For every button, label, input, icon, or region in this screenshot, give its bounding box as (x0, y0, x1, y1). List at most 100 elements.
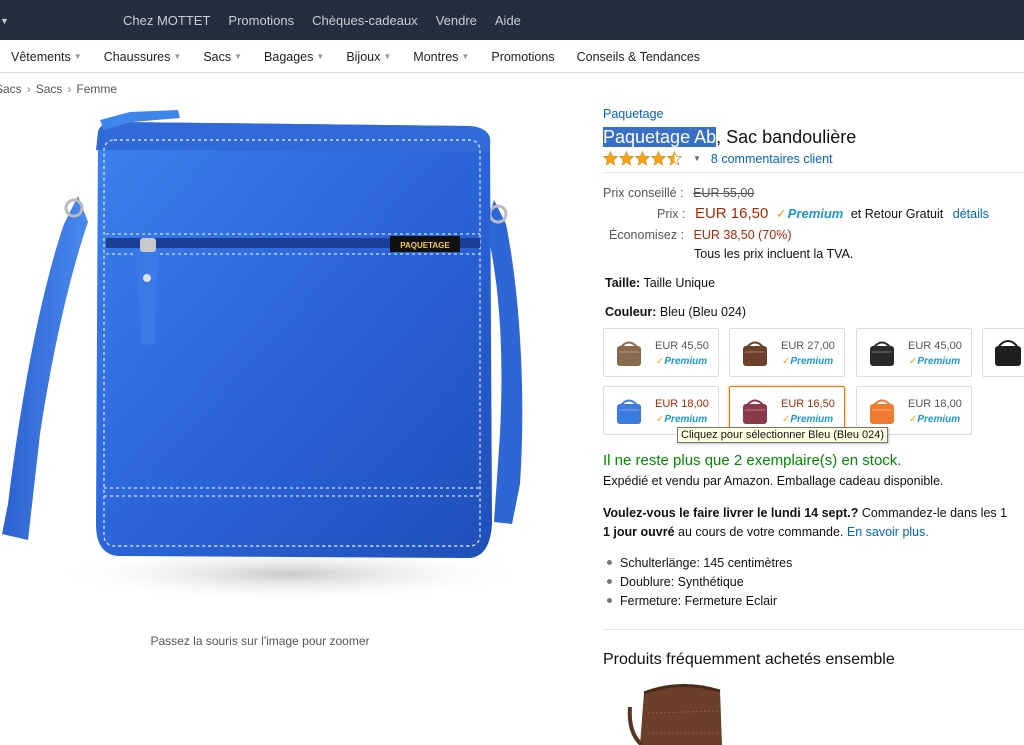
bag-thumbnail-icon (870, 341, 894, 366)
category-label: Bagages (264, 49, 314, 64)
bag-thumbnail-icon (870, 399, 894, 424)
fbt-product-image[interactable] (620, 683, 740, 745)
top-nav: Chez MOTTET Promotions Chèques-cadeaux V… (114, 0, 530, 40)
size-line: Taille: Taille Unique (605, 276, 715, 290)
list-price-value: EUR 55,00 (693, 186, 755, 200)
category-nav: Vêtements ▼ Chaussures ▼ Sacs ▼ Bagages ▼ Bijoux… (0, 40, 1024, 73)
delivery-question: Voulez-vous le faire livrer le lundi 14 … (603, 506, 859, 520)
details-link[interactable]: détails (953, 207, 989, 221)
sold-by: Expédié et vendu par Amazon. Emballage c… (603, 474, 944, 488)
bag-thumbnail-icon (617, 399, 641, 424)
topnav-item-chez-mottet[interactable]: Chez MOTTET (114, 13, 219, 28)
feature-text: Schulterlänge: 145 centimètres (620, 555, 793, 570)
category-label: Chaussures (103, 49, 171, 64)
star-icon (651, 151, 666, 166)
bag-thumbnail-icon (995, 340, 1021, 366)
divider (603, 172, 1024, 173)
category-bar: Vêtements ▼ Chaussures ▼ Sacs ▼ Bagages ▼ Bijoux… (0, 40, 1024, 73)
category-item-6[interactable]: Promotions (480, 50, 565, 64)
topnav-item-aide[interactable]: Aide (486, 13, 530, 28)
breadcrumb-separator: › (67, 82, 72, 96)
breadcrumb-separator: › (26, 82, 31, 96)
bag-left-strap (2, 196, 88, 540)
brand-link[interactable]: Paquetage (603, 107, 663, 121)
breadcrumb-item-sacs-root[interactable]: Sacs (0, 82, 22, 96)
price-value: EUR 16,50 (694, 205, 769, 222)
breadcrumb-item-femme[interactable]: Femme (76, 82, 117, 96)
feature-item: Fermeture: Fermeture Eclair (607, 591, 792, 610)
product-title: Paquetage Ab, Sac bandoulière (603, 127, 856, 148)
reviews-link[interactable]: 8 commentaires client (711, 152, 833, 166)
breadcrumb: Sacs › Sacs › Femme (0, 82, 117, 96)
category-item-5[interactable]: Montres ▼ (402, 50, 480, 64)
category-label: Bijoux (346, 49, 381, 64)
bag-top-panel (96, 122, 491, 152)
rating-stars[interactable] (603, 151, 683, 166)
zoom-hint: Passez la souris sur l'image pour zoomer (150, 634, 370, 648)
title-highlighted-text: Paquetage Ab (603, 127, 717, 147)
bag-body (96, 122, 492, 558)
breadcrumb-item-sacs[interactable]: Sacs (36, 82, 63, 96)
bullet-icon (607, 560, 612, 565)
price-label: Prix : (657, 207, 686, 221)
rating-row: ▼ 8 commentaires client (603, 151, 833, 166)
product-image[interactable]: PAQUETAGE (0, 104, 560, 624)
category-label: Sacs (203, 49, 232, 64)
chevron-down-icon: ▼ (73, 51, 82, 61)
topnav-item-cheques-cadeaux[interactable]: Chèques-cadeaux (303, 13, 427, 28)
divider (603, 629, 1024, 630)
star-icon (667, 151, 682, 166)
top-bar: ▼ Chez MOTTET Promotions Chèques-cadeaux… (0, 0, 1024, 40)
feature-item: Schulterlänge: 145 centimètres (607, 553, 792, 572)
list-price-label: Prix conseillé : (603, 186, 684, 200)
swatch-prime-icon: ✓Premium (909, 356, 961, 367)
menu-caret-icon[interactable]: ▼ (0, 16, 9, 26)
chevron-down-icon: ▼ (316, 51, 325, 61)
color-label: Couleur: (605, 305, 657, 319)
swatch-price: EUR 45,00 (908, 340, 962, 352)
stock-status: Il ne reste plus que 2 exemplaire(s) en … (603, 452, 902, 469)
category-item-4[interactable]: Bijoux ▼ (335, 50, 402, 64)
savings-label: Économisez : (609, 228, 685, 242)
category-label: Vêtements (11, 49, 71, 64)
topnav-item-vendre[interactable]: Vendre (427, 13, 486, 28)
feature-list: Schulterlänge: 145 centimètres Doublure:… (607, 553, 792, 610)
color-swatch[interactable]: EUR 27,00 ✓Premium (729, 328, 845, 377)
star-icon (635, 151, 650, 166)
chevron-down-icon: ▼ (383, 51, 392, 61)
category-item-1[interactable]: Chaussures ▼ (93, 50, 193, 64)
topnav-item-promotions[interactable]: Promotions (219, 13, 303, 28)
prime-text: Premium (787, 206, 844, 221)
category-item-2[interactable]: Sacs ▼ (192, 50, 253, 64)
swatch-price: EUR 45,50 (655, 340, 709, 352)
learn-more-link[interactable]: En savoir plus. (847, 525, 929, 539)
feature-text: Doublure: Synthétique (620, 574, 744, 589)
swatch-prime-icon: ✓Premium (782, 414, 834, 425)
swatch-price: EUR 18,00 (908, 398, 962, 410)
free-return-text: et Retour Gratuit (850, 207, 944, 221)
category-label: Promotions (491, 49, 555, 64)
title-rest: , Sac bandoulière (716, 127, 857, 147)
feature-item: Doublure: Synthétique (607, 572, 792, 591)
savings-value: EUR 38,50 (70%) (693, 228, 792, 242)
chevron-down-icon: ▼ (173, 51, 182, 61)
color-swatch-partial[interactable] (982, 328, 1024, 377)
category-label: Conseils & Tendances (576, 49, 701, 64)
color-swatch[interactable]: EUR 45,00 ✓Premium (856, 328, 972, 377)
size-value: Taille Unique (643, 276, 716, 290)
category-item-3[interactable]: Bagages ▼ (253, 50, 335, 64)
category-item-0[interactable]: Vêtements ▼ (0, 50, 93, 64)
chevron-down-icon: ▼ (234, 51, 243, 61)
color-value: Bleu (Bleu 024) (659, 305, 747, 319)
delivery-order-within: Commandez-le dans les 1 (858, 506, 1008, 520)
prime-logo-icon: ✓Premium (775, 206, 844, 221)
delivery-day: 1 jour ouvré (603, 525, 675, 539)
bag-thumbnail-icon (743, 341, 767, 366)
swatch-price: EUR 27,00 (781, 340, 835, 352)
category-item-7[interactable]: Conseils & Tendances (566, 50, 711, 64)
rating-dropdown-icon[interactable]: ▼ (693, 154, 701, 163)
swatch-price: EUR 18,00 (655, 398, 709, 410)
size-label: Taille: (605, 276, 641, 290)
frequently-bought-title: Produits fréquemment achetés ensemble (603, 651, 895, 668)
color-swatch[interactable]: EUR 45,50 ✓Premium (603, 328, 719, 377)
